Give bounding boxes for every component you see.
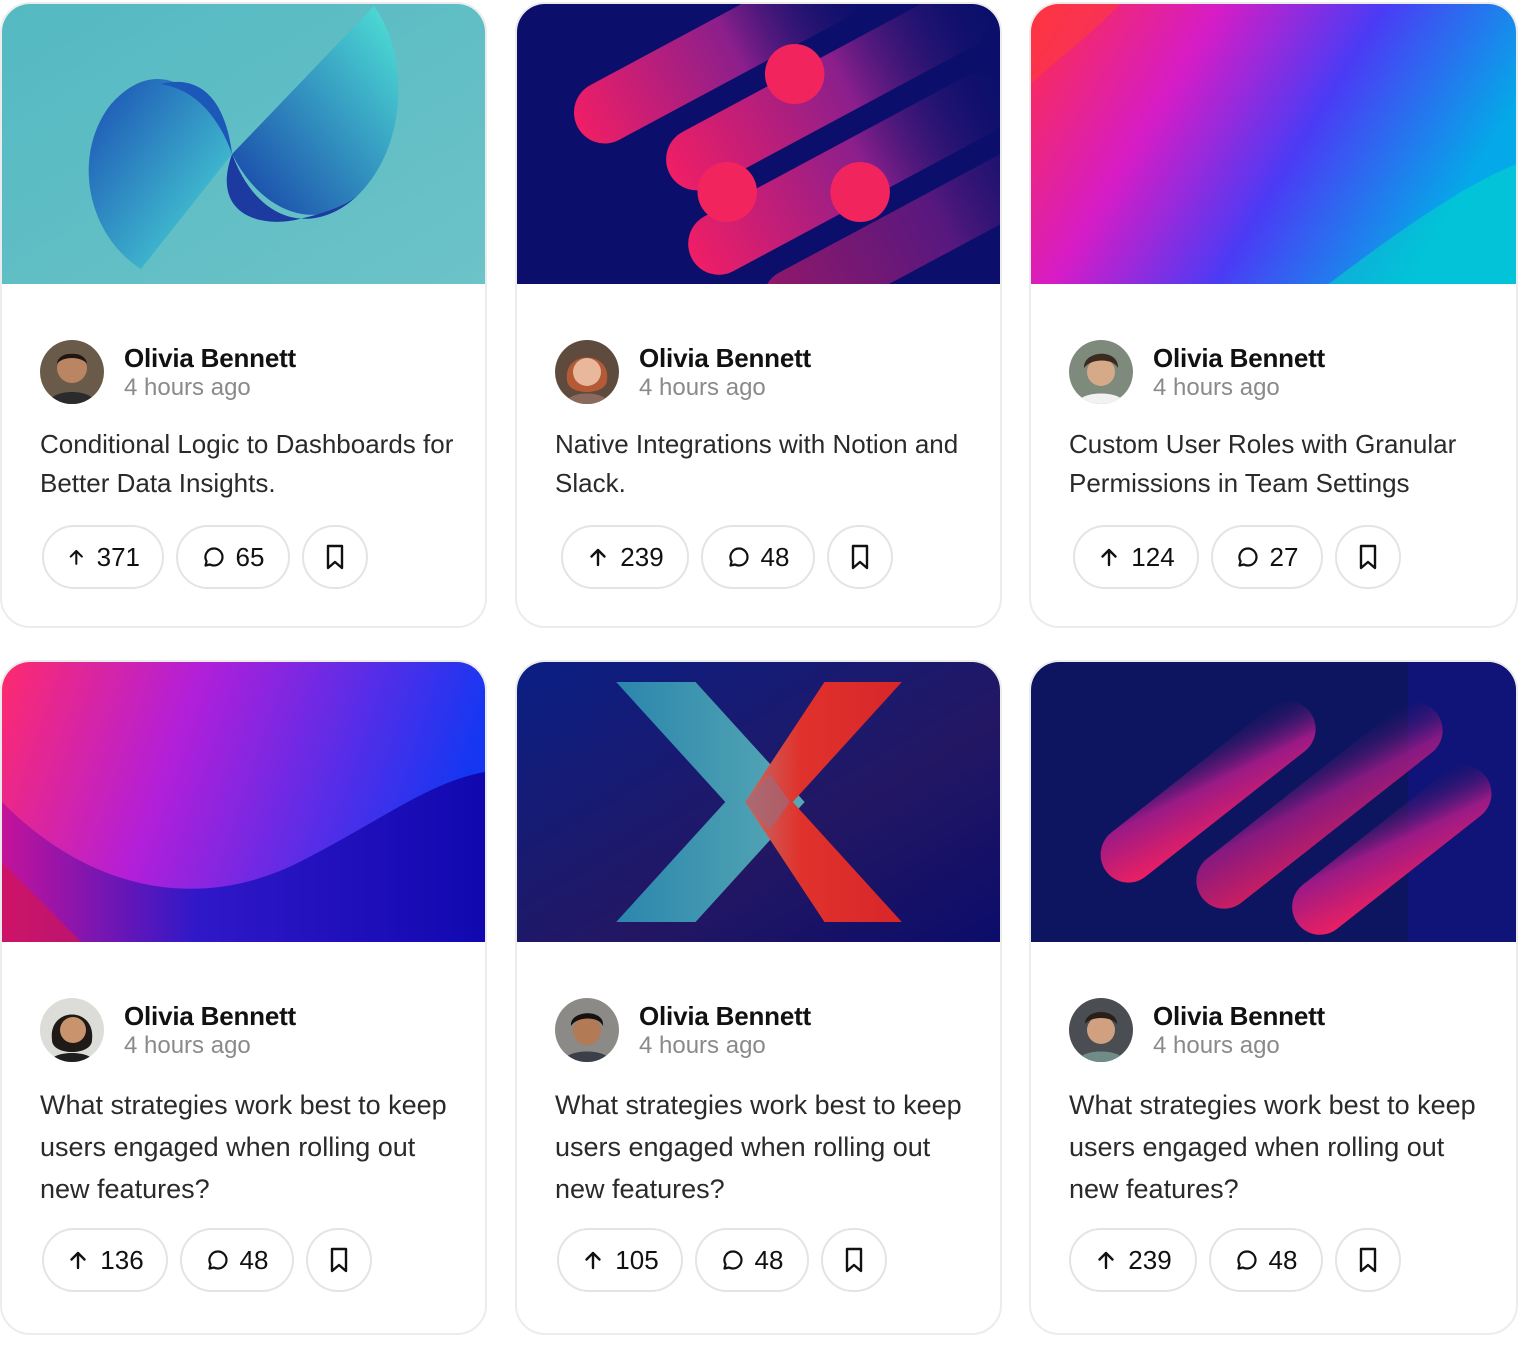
comment-button[interactable]: 65 <box>176 525 290 589</box>
bookmark-button[interactable] <box>1335 525 1401 589</box>
upvote-button[interactable]: 371 <box>42 525 164 589</box>
upvote-count: 239 <box>1128 1244 1172 1275</box>
cover-image <box>517 662 1000 942</box>
comment-bubble-icon <box>1237 547 1258 567</box>
author-row: Olivia Bennett 4 hours ago <box>40 998 296 1062</box>
post-card[interactable]: Olivia Bennett 4 hours ago What strategi… <box>515 660 1002 1335</box>
avatar[interactable] <box>1069 340 1133 404</box>
post-title[interactable]: What strategies work best to keep users … <box>1069 1084 1486 1210</box>
comment-bubble-icon <box>728 547 749 567</box>
comment-button[interactable]: 48 <box>1209 1228 1323 1292</box>
cover-image <box>1031 662 1516 942</box>
comment-button[interactable]: 48 <box>180 1228 294 1292</box>
avatar[interactable] <box>1069 998 1133 1062</box>
arrow-up-icon <box>585 1251 601 1270</box>
upvote-button[interactable]: 239 <box>561 525 689 589</box>
post-card[interactable]: Olivia Bennett 4 hours ago Native Integr… <box>515 2 1002 628</box>
author-name[interactable]: Olivia Bennett <box>1153 1001 1325 1031</box>
comment-count: 65 <box>235 541 265 572</box>
comment-count: 48 <box>1268 1244 1298 1275</box>
post-title[interactable]: What strategies work best to keep users … <box>555 1084 970 1210</box>
post-title[interactable]: Custom User Roles with Granular Permissi… <box>1069 425 1486 503</box>
comment-button[interactable]: 48 <box>701 525 815 589</box>
author-row: Olivia Bennett 4 hours ago <box>555 340 811 404</box>
author-row: Olivia Bennett 4 hours ago <box>1069 998 1325 1062</box>
arrow-up-icon <box>1101 548 1117 567</box>
bookmark-button[interactable] <box>306 1228 372 1292</box>
action-bar: 371 65 <box>42 525 368 589</box>
arrow-up-icon <box>70 1251 86 1270</box>
bookmark-button[interactable] <box>827 525 893 589</box>
post-time: 4 hours ago <box>1153 373 1280 401</box>
comment-button[interactable]: 27 <box>1211 525 1323 589</box>
post-title[interactable]: Conditional Logic to Dashboards for Bett… <box>40 425 455 503</box>
comment-count: 27 <box>1269 541 1299 572</box>
bookmark-icon <box>1359 1247 1377 1273</box>
action-bar: 239 48 <box>1069 1228 1401 1292</box>
bookmark-button[interactable] <box>302 525 368 589</box>
post-time: 4 hours ago <box>1153 1031 1280 1059</box>
comment-count: 48 <box>754 1244 784 1275</box>
author-row: Olivia Bennett 4 hours ago <box>40 340 296 404</box>
action-bar: 105 48 <box>557 1228 887 1292</box>
cover-image <box>517 4 1000 284</box>
post-title[interactable]: Native Integrations with Notion and Slac… <box>555 425 970 503</box>
bookmark-button[interactable] <box>821 1228 887 1292</box>
arrow-up-icon <box>590 548 606 567</box>
action-bar: 239 48 <box>561 525 893 589</box>
avatar[interactable] <box>555 340 619 404</box>
comment-bubble-icon <box>722 1250 743 1270</box>
action-bar: 136 48 <box>42 1228 372 1292</box>
author-name[interactable]: Olivia Bennett <box>639 1001 811 1031</box>
avatar[interactable] <box>555 998 619 1062</box>
bookmark-button[interactable] <box>1335 1228 1401 1292</box>
upvote-count: 124 <box>1131 541 1175 572</box>
upvote-count: 371 <box>96 541 140 572</box>
post-time: 4 hours ago <box>124 373 251 401</box>
author-name[interactable]: Olivia Bennett <box>124 1001 296 1031</box>
avatar[interactable] <box>40 340 104 404</box>
arrow-up-icon <box>69 549 83 565</box>
comment-bubble-icon <box>1236 1250 1257 1270</box>
post-card[interactable]: Olivia Bennett 4 hours ago What strategi… <box>0 660 487 1335</box>
comment-bubble-icon <box>203 547 224 567</box>
upvote-count: 105 <box>615 1244 659 1275</box>
post-time: 4 hours ago <box>639 373 766 401</box>
bookmark-icon <box>1359 544 1377 570</box>
bookmark-icon <box>326 544 344 570</box>
comment-count: 48 <box>239 1244 269 1275</box>
post-time: 4 hours ago <box>124 1031 251 1059</box>
post-time: 4 hours ago <box>639 1031 766 1059</box>
arrow-up-icon <box>1098 1251 1114 1270</box>
upvote-count: 239 <box>620 541 664 572</box>
bookmark-icon <box>851 544 869 570</box>
author-name[interactable]: Olivia Bennett <box>124 343 296 373</box>
post-card[interactable]: Olivia Bennett 4 hours ago Conditional L… <box>0 2 487 628</box>
cover-image <box>1031 4 1516 284</box>
author-row: Olivia Bennett 4 hours ago <box>555 998 811 1062</box>
comment-bubble-icon <box>207 1250 228 1270</box>
post-card[interactable]: Olivia Bennett 4 hours ago Custom User R… <box>1029 2 1518 628</box>
comment-button[interactable]: 48 <box>695 1228 809 1292</box>
bookmark-icon <box>845 1247 863 1273</box>
action-bar: 124 27 <box>1073 525 1401 589</box>
author-name[interactable]: Olivia Bennett <box>639 343 811 373</box>
upvote-button[interactable]: 124 <box>1073 525 1199 589</box>
cover-image <box>2 662 485 942</box>
avatar[interactable] <box>40 998 104 1062</box>
upvote-button[interactable]: 105 <box>557 1228 683 1292</box>
upvote-button[interactable]: 136 <box>42 1228 168 1292</box>
cover-image <box>2 4 485 284</box>
post-card[interactable]: Olivia Bennett 4 hours ago What strategi… <box>1029 660 1518 1335</box>
author-row: Olivia Bennett 4 hours ago <box>1069 340 1325 404</box>
bookmark-icon <box>330 1247 348 1273</box>
upvote-count: 136 <box>100 1244 144 1275</box>
post-title[interactable]: What strategies work best to keep users … <box>40 1084 455 1210</box>
comment-count: 48 <box>760 541 790 572</box>
upvote-button[interactable]: 239 <box>1069 1228 1197 1292</box>
author-name[interactable]: Olivia Bennett <box>1153 343 1325 373</box>
